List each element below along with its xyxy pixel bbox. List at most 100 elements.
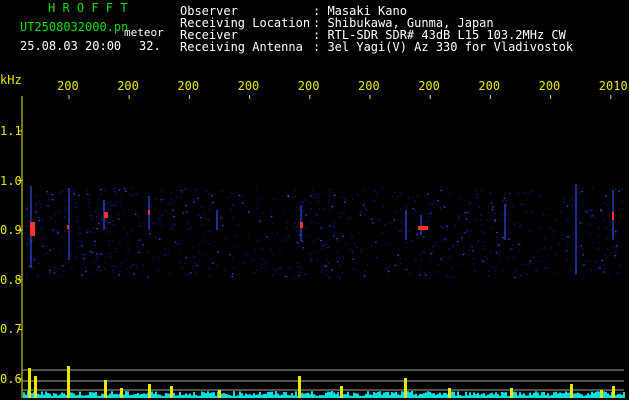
noise-dot: [606, 204, 609, 206]
noise-dot: [520, 204, 522, 206]
noise-dot: [81, 245, 83, 247]
noise-dot: [560, 211, 562, 213]
noise-dot: [42, 245, 44, 247]
noise-dot: [336, 240, 339, 242]
baseline-bar: [47, 393, 49, 398]
noise-dot: [616, 247, 618, 249]
noise-dot: [95, 268, 98, 271]
noise-dot: [574, 274, 576, 276]
noise-dot: [585, 260, 588, 263]
noise-dot: [531, 212, 533, 214]
noise-dot: [600, 209, 602, 211]
noise-dot: [121, 262, 123, 264]
noise-dot: [605, 227, 608, 229]
noise-dot: [125, 190, 127, 192]
noise-dot: [256, 204, 259, 206]
noise-dot: [494, 220, 497, 222]
noise-dot: [25, 225, 27, 227]
noise-dot: [299, 265, 301, 268]
noise-dot: [558, 243, 561, 245]
noise-dot: [539, 195, 542, 198]
noise-dot: [435, 271, 438, 273]
noise-dot: [391, 195, 394, 197]
noise-dot: [91, 219, 93, 221]
noise-dot: [571, 198, 574, 200]
noise-dot: [334, 233, 336, 235]
noise-dot: [506, 214, 508, 217]
noise-dot: [527, 193, 530, 195]
baseline-bar: [553, 392, 555, 398]
noise-dot: [520, 263, 523, 266]
noise-dot: [494, 277, 497, 279]
noise-dot: [429, 212, 432, 214]
baseline-bar: [543, 391, 545, 398]
noise-dot: [475, 190, 477, 192]
noise-dot: [367, 264, 369, 266]
noise-dot: [362, 204, 365, 206]
noise-dot: [188, 228, 191, 230]
noise-dot: [300, 202, 303, 204]
baseline-bar: [409, 392, 411, 398]
noise-dot: [563, 201, 566, 203]
noise-dot: [595, 217, 597, 219]
noise-dot: [518, 243, 520, 245]
echo-count-bar: [448, 388, 451, 398]
noise-dot: [316, 193, 318, 195]
noise-dot: [372, 222, 374, 224]
baseline-bar: [215, 395, 217, 398]
baseline-bar: [437, 394, 439, 398]
noise-dot: [519, 275, 522, 277]
noise-dot: [482, 232, 485, 234]
noise-dot: [270, 216, 273, 218]
noise-dot: [89, 231, 91, 233]
noise-dot: [40, 242, 43, 244]
noise-dot: [94, 240, 96, 242]
baseline-bar: [583, 395, 585, 398]
noise-dot: [511, 244, 514, 246]
noise-dot: [355, 246, 358, 248]
noise-dot: [469, 201, 471, 203]
noise-dot: [591, 215, 594, 217]
baseline-bar: [213, 392, 215, 398]
noise-dot: [488, 270, 490, 272]
baseline-bar: [503, 392, 505, 398]
noise-dot: [507, 221, 509, 223]
meteor-echo-streak: [420, 215, 422, 235]
baseline-bar: [167, 393, 169, 398]
baseline-bar: [533, 392, 535, 398]
noise-dot: [312, 194, 315, 196]
noise-dot: [362, 189, 365, 191]
noise-dot: [150, 205, 152, 207]
noise-dot: [186, 228, 188, 230]
noise-dot: [325, 265, 328, 267]
noise-dot: [597, 266, 600, 268]
noise-dot: [445, 224, 447, 227]
noise-dot: [254, 249, 257, 251]
noise-dot: [109, 252, 112, 255]
baseline-bar: [273, 394, 275, 398]
noise-dot: [282, 212, 284, 214]
noise-dot: [38, 201, 41, 203]
noise-dot: [393, 219, 396, 221]
noise-dot: [399, 257, 401, 259]
noise-dot: [105, 227, 108, 229]
noise-dot: [317, 223, 319, 225]
baseline-bar: [31, 393, 33, 398]
noise-dot: [217, 251, 219, 253]
noise-dot: [486, 258, 488, 260]
baseline-bar: [259, 391, 261, 398]
noise-dot: [594, 268, 597, 271]
noise-dot: [175, 196, 178, 199]
noise-dot: [370, 245, 372, 247]
baseline-bar: [621, 395, 623, 398]
noise-dot: [331, 226, 334, 228]
noise-dot: [129, 266, 131, 268]
noise-dot: [424, 194, 426, 197]
noise-dot: [41, 226, 44, 228]
noise-dot: [615, 251, 617, 253]
noise-dot: [187, 222, 190, 224]
noise-dot: [189, 219, 191, 221]
noise-dot: [567, 236, 569, 238]
baseline-bar: [269, 391, 271, 398]
noise-dot: [345, 243, 348, 245]
